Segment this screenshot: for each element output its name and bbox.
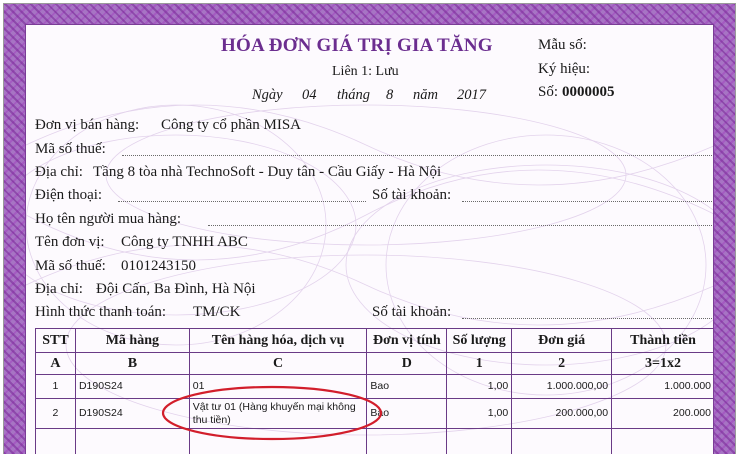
empty-cell	[611, 428, 713, 454]
header-name: Tên hàng hóa, dịch vụ	[188, 328, 368, 353]
buyer-unit: Công ty TNHH ABC	[121, 234, 248, 250]
row-amount: 1.000.000	[611, 374, 713, 399]
table-letter-row: A B C D 1 2 3=1x2	[35, 352, 713, 375]
form-no-label: Mẫu số:	[538, 37, 587, 53]
invoice-title: HÓA ĐƠN GIÁ TRỊ GIA TĂNG	[221, 35, 493, 56]
invoice-copy: Liên 1: Lưu	[332, 64, 399, 79]
buyer-tax: 0101243150	[121, 258, 196, 274]
date-year-label: năm	[413, 87, 438, 103]
buyer-account-label: Số tài khoản:	[372, 304, 452, 320]
table-header-row: STT Mã hàng Tên hàng hóa, dịch vụ Đơn vị…	[35, 328, 713, 353]
row-qty: 1,00	[446, 398, 513, 429]
empty-cell	[35, 428, 76, 454]
seller-tax-dotline	[122, 155, 712, 156]
letter-price: 2	[511, 352, 613, 375]
seller-name: Công ty cổ phần MISA	[161, 117, 301, 133]
letter-name: C	[188, 352, 368, 375]
row-price: 1.000.000,00	[511, 374, 613, 399]
seller-tax-label: Mã số thuế:	[35, 141, 106, 157]
seller-name-label: Đơn vị bán hàng:	[35, 117, 140, 133]
header-code: Mã hàng	[74, 328, 190, 353]
empty-cell	[511, 428, 613, 454]
seller-account-label: Số tài khoản:	[372, 187, 452, 203]
buyer-payment: TM/CK	[193, 304, 241, 320]
letter-code: B	[74, 352, 190, 375]
letter-unit: D	[366, 352, 448, 375]
row-amount: 200.000	[611, 398, 713, 429]
buyer-person-dotline	[208, 225, 712, 226]
empty-cell	[446, 428, 513, 454]
row-qty: 1,00	[446, 374, 513, 399]
letter-qty: 1	[446, 352, 513, 375]
buyer-person-label: Họ tên người mua hàng:	[35, 211, 182, 227]
date-year: 2017	[457, 87, 486, 103]
seller-phone-label: Điện thoại:	[35, 187, 103, 203]
invoice-number: 0000005	[562, 84, 615, 100]
seller-phone-dotline	[118, 201, 366, 202]
row-stt: 1	[35, 374, 76, 399]
buyer-unit-label: Tên đơn vị:	[35, 234, 105, 250]
seller-account-dotline	[462, 201, 712, 202]
buyer-account-dotline	[462, 318, 712, 319]
buyer-tax-label: Mã số thuế:	[35, 258, 106, 274]
header-amount: Thành tiền	[611, 328, 713, 353]
date-day: 04	[302, 87, 317, 103]
buyer-payment-label: Hình thức thanh toán:	[35, 304, 167, 320]
highlight-ellipse	[161, 385, 383, 441]
letter-amount: 3=1x2	[611, 352, 713, 375]
date-month-label: tháng	[337, 87, 371, 103]
header-price: Đơn giá	[511, 328, 613, 353]
buyer-address: Đội Cấn, Ba Đình, Hà Nội	[96, 281, 256, 297]
seller-address: Tầng 8 tòa nhà TechnoSoft - Duy tân - Cầ…	[93, 164, 442, 180]
symbol-label: Ký hiệu:	[538, 61, 591, 77]
row-stt: 2	[35, 398, 76, 429]
date-day-label: Ngày	[252, 87, 283, 103]
header-unit: Đơn vị tính	[366, 328, 448, 353]
number-label: Số:	[538, 84, 559, 100]
letter-stt: A	[35, 352, 76, 375]
row-price: 200.000,00	[511, 398, 613, 429]
header-qty: Số lượng	[446, 328, 513, 353]
date-month: 8	[386, 87, 394, 103]
buyer-address-label: Địa chỉ:	[35, 281, 83, 297]
seller-address-label: Địa chỉ:	[35, 164, 83, 180]
header-stt: STT	[35, 328, 76, 353]
